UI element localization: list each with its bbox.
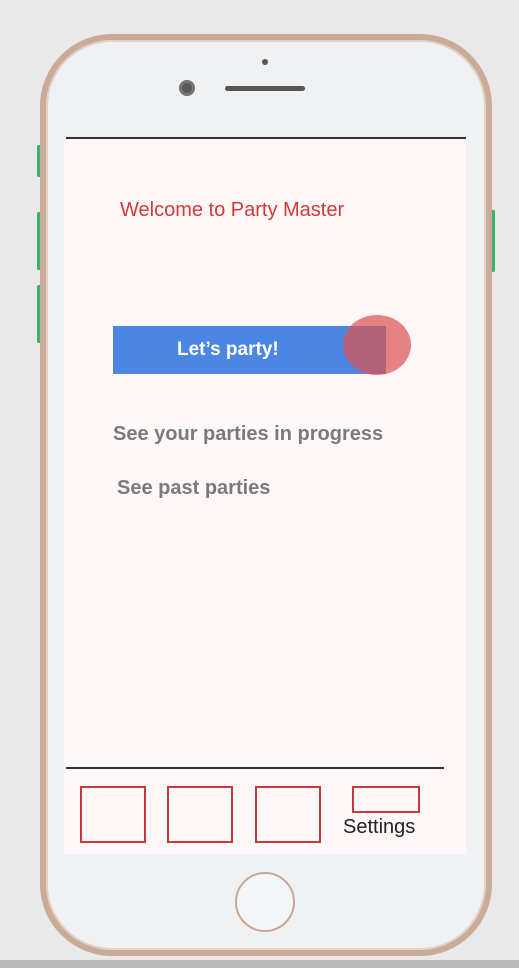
settings-tab-icon[interactable] bbox=[352, 786, 420, 813]
welcome-title: Welcome to Party Master bbox=[120, 199, 345, 221]
parties-in-progress-link[interactable]: See your parties in progress bbox=[113, 423, 383, 446]
lets-party-button-label: Let’s party! bbox=[177, 339, 279, 360]
settings-tab-label[interactable]: Settings bbox=[343, 816, 415, 839]
earpiece-speaker bbox=[225, 86, 305, 91]
tab-placeholder-2[interactable] bbox=[167, 786, 233, 843]
proximity-sensor bbox=[262, 59, 268, 65]
front-camera-icon bbox=[179, 80, 195, 96]
home-button[interactable] bbox=[235, 872, 295, 932]
bottom-strip bbox=[0, 960, 519, 968]
tab-placeholder-1[interactable] bbox=[80, 786, 146, 843]
touch-indicator-icon bbox=[343, 315, 411, 375]
tabbar-divider bbox=[66, 767, 444, 769]
tab-placeholder-3[interactable] bbox=[255, 786, 321, 843]
past-parties-link[interactable]: See past parties bbox=[117, 477, 270, 500]
screen-top-divider bbox=[66, 137, 466, 139]
